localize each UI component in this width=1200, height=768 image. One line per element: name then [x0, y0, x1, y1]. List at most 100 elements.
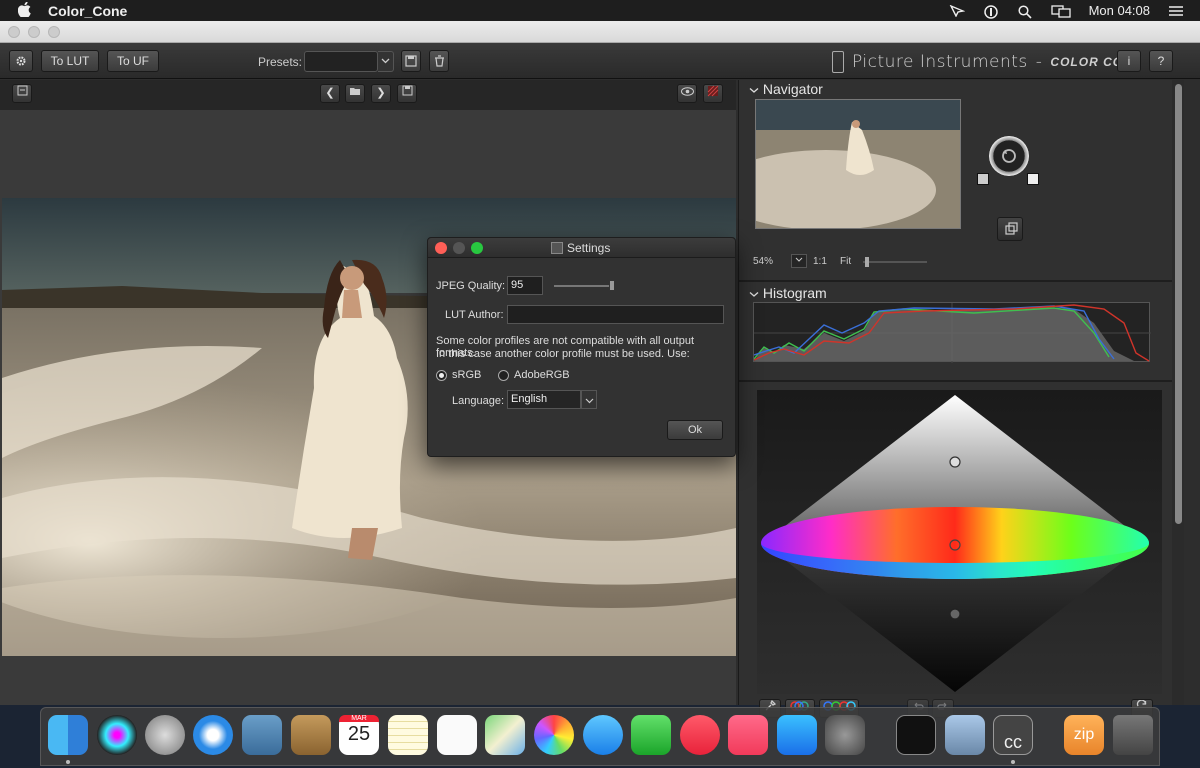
save-image-button[interactable] [397, 84, 417, 103]
small-swatch-light-icon[interactable] [1027, 173, 1039, 185]
facetime-icon[interactable] [631, 715, 671, 755]
display-mirroring-icon[interactable] [1050, 4, 1071, 18]
color-cone-running-indicator [1011, 760, 1015, 764]
zoom-dropdown[interactable] [791, 254, 807, 268]
info-button[interactable]: i [1117, 50, 1141, 72]
window-close-button[interactable] [8, 26, 20, 38]
window-minimize-button[interactable] [28, 26, 40, 38]
navigator-title[interactable]: Navigator [749, 81, 823, 97]
menubar-clock[interactable]: Mon 04:08 [1089, 3, 1150, 18]
histogram-title[interactable]: Histogram [749, 285, 827, 301]
photos-icon[interactable] [534, 715, 574, 755]
launchpad-icon[interactable] [145, 715, 185, 755]
music-icon[interactable] [728, 715, 768, 755]
export-icon [17, 85, 27, 96]
to-uf-button[interactable]: To UF [107, 50, 159, 72]
help-button[interactable]: ? [1149, 50, 1173, 72]
previous-image-button[interactable]: ❮ [320, 84, 340, 103]
language-select[interactable]: English [507, 390, 581, 409]
preview-app-icon[interactable] [945, 715, 985, 755]
srgb-label[interactable]: sRGB [452, 369, 481, 381]
apple-icon[interactable] [17, 1, 32, 20]
rotate-icon [1002, 149, 1016, 163]
notes-icon[interactable] [388, 715, 428, 755]
navigator-thumbnail[interactable] [755, 99, 961, 229]
next-image-button[interactable]: ❯ [371, 84, 391, 103]
gear-icon [16, 56, 26, 66]
menu-list-icon[interactable] [1168, 5, 1184, 17]
messages-icon[interactable] [583, 715, 623, 755]
siri-icon[interactable] [97, 715, 137, 755]
window-zoom-button[interactable] [48, 26, 60, 38]
delete-preset-button[interactable] [429, 50, 449, 72]
terminal-icon[interactable] [896, 715, 936, 755]
jpeg-quality-label: JPEG Quality: [436, 280, 506, 292]
dock: MAR 25 cc zip [40, 707, 1160, 766]
dialog-minimize-button [453, 242, 465, 254]
right-panel-scrollbar[interactable] [1172, 80, 1184, 705]
vpn-icon[interactable] [983, 4, 999, 19]
cast-icon[interactable] [949, 4, 965, 18]
save-icon [405, 55, 417, 67]
to-lut-button[interactable]: To LUT [41, 50, 99, 72]
finder-icon[interactable] [48, 715, 88, 755]
app-store-icon[interactable] [777, 715, 817, 755]
spotlight-search-icon[interactable] [1017, 4, 1033, 19]
color-cone-dock-label: cc [1004, 732, 1022, 752]
news-icon[interactable] [680, 715, 720, 755]
maps-icon[interactable] [485, 715, 525, 755]
app-window: To LUT To UF Presets: Picture Instrument… [0, 21, 1200, 718]
lut-author-input[interactable] [507, 305, 724, 324]
ok-button[interactable]: Ok [667, 420, 723, 440]
system-preferences-icon[interactable] [825, 715, 865, 755]
jpeg-quality-slider-track[interactable] [554, 285, 614, 287]
window-titlebar[interactable] [0, 21, 1200, 43]
zoom-percent[interactable]: 54% [753, 256, 773, 267]
srgb-radio[interactable] [436, 370, 447, 381]
zoom-1to1-button[interactable]: 1:1 [813, 256, 827, 267]
scrollbar-thumb[interactable] [1175, 84, 1182, 524]
open-folder-button[interactable] [345, 84, 365, 103]
color-cone-view[interactable] [757, 390, 1162, 694]
app-menu-title[interactable]: Color_Cone [48, 3, 127, 19]
save-preset-button[interactable] [401, 50, 421, 72]
histogram-graph [753, 302, 1151, 363]
navigator-title-label: Navigator [762, 81, 823, 97]
mail-bird-icon[interactable] [242, 715, 282, 755]
preview-toggle-button[interactable] [677, 84, 697, 103]
calendar-icon[interactable]: MAR 25 [339, 715, 379, 755]
zoom-fit-button[interactable]: Fit [840, 256, 851, 267]
settings-dialog-titlebar[interactable]: Settings [428, 238, 735, 258]
contacts-icon[interactable] [291, 715, 331, 755]
settings-gear-button[interactable] [9, 50, 33, 72]
collapse-chevron-icon [749, 292, 759, 297]
dialog-close-button[interactable] [435, 242, 447, 254]
jpeg-quality-slider-thumb[interactable] [609, 280, 615, 291]
safari-icon[interactable] [193, 715, 233, 755]
adobergb-label[interactable]: AdobeRGB [514, 369, 570, 381]
section-divider [739, 380, 1173, 382]
presets-dropdown-arrow[interactable] [378, 51, 394, 72]
trash-icon[interactable] [1113, 715, 1153, 755]
jpeg-quality-input[interactable]: 95 [507, 276, 543, 295]
fit-window-button[interactable] [997, 217, 1023, 241]
zip-folder-icon[interactable]: zip [1064, 715, 1104, 755]
dialog-title-label: Settings [567, 241, 611, 255]
small-swatch-dark-icon[interactable] [977, 173, 989, 185]
save-icon [402, 85, 412, 96]
picture-instruments-logo-icon [832, 51, 844, 73]
adobergb-radio[interactable] [498, 370, 509, 381]
zoom-slider-thumb[interactable] [865, 257, 869, 267]
presets-select[interactable] [304, 51, 378, 72]
profile-note-line2: In this case another color profile must … [436, 348, 690, 360]
dialog-zoom-button[interactable] [471, 242, 483, 254]
reminders-icon[interactable] [437, 715, 477, 755]
calendar-month: MAR [339, 715, 379, 722]
language-dropdown-arrow[interactable] [581, 390, 597, 409]
presets-label: Presets: [258, 55, 303, 69]
rotate-dial[interactable] [989, 136, 1029, 176]
zoom-slider-track[interactable] [863, 261, 927, 263]
color-cone-dock-icon[interactable]: cc [993, 715, 1033, 755]
compare-split-button[interactable] [703, 84, 723, 103]
export-image-button[interactable] [12, 84, 32, 103]
